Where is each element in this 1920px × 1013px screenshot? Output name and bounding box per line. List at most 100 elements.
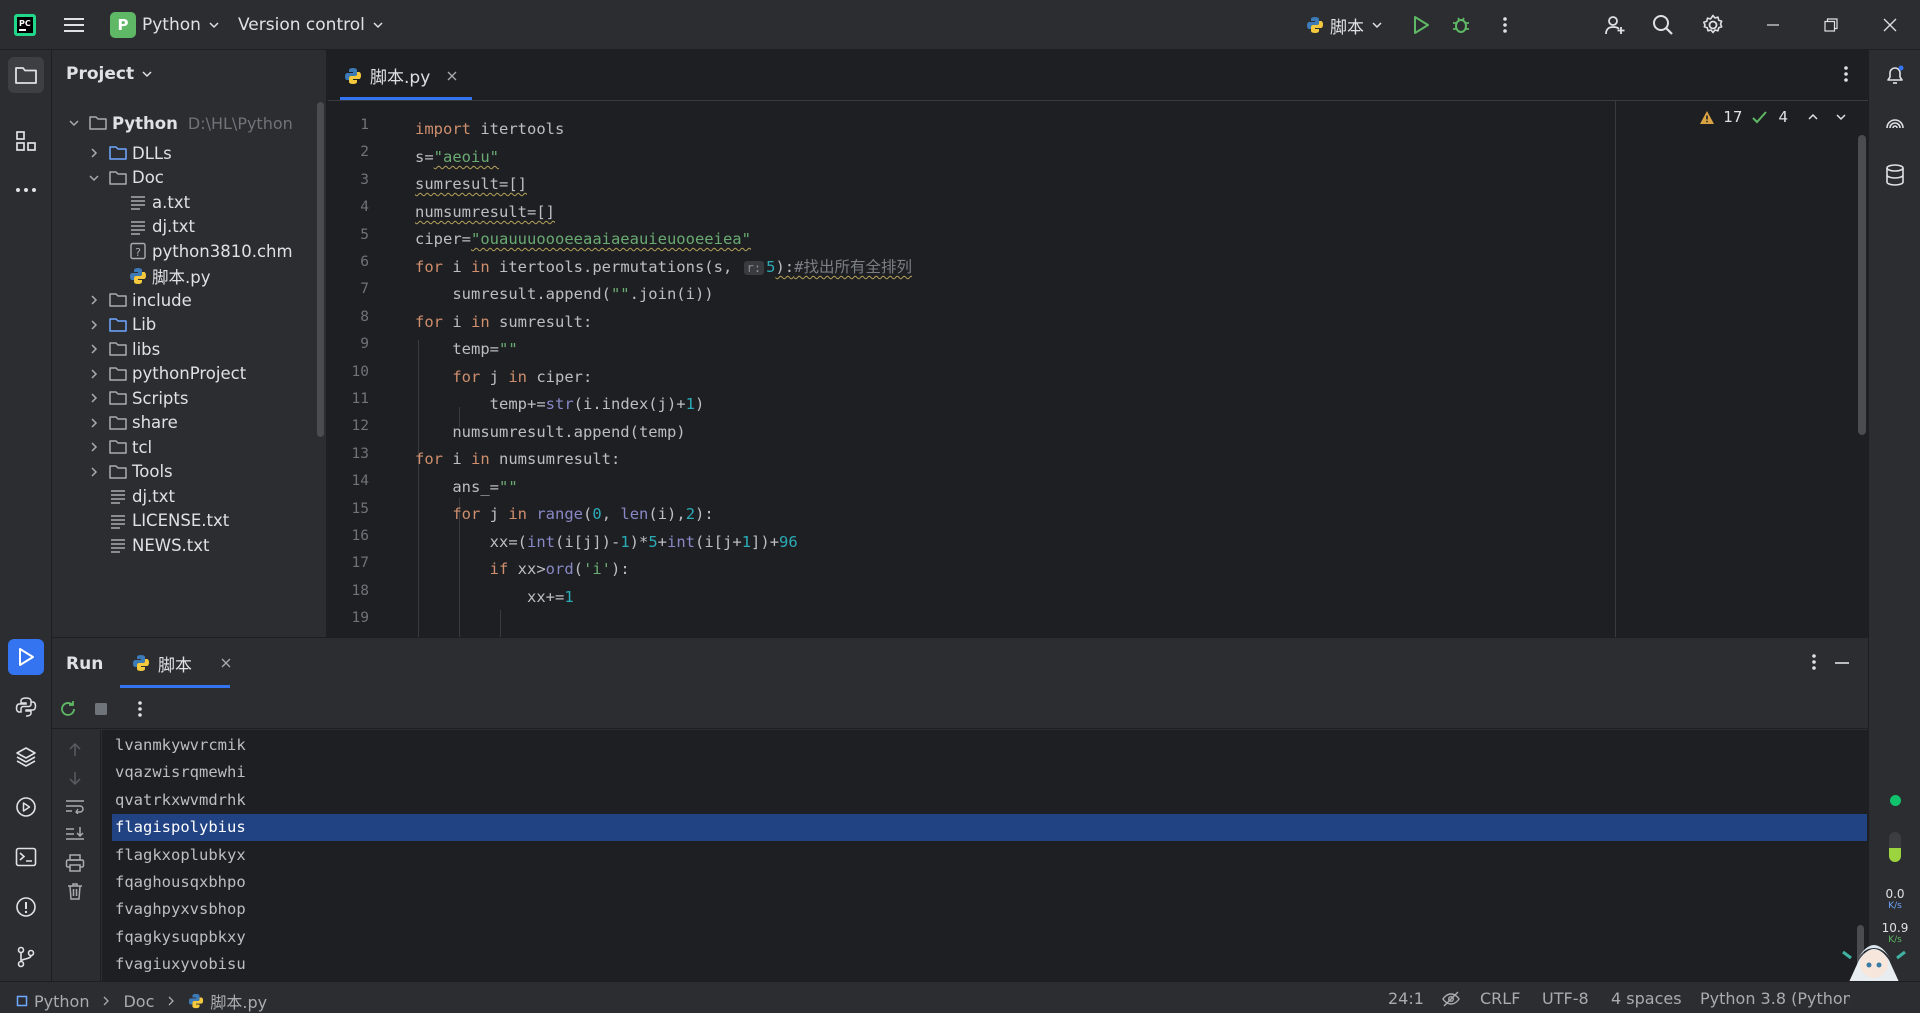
no-readonly-eye-icon[interactable] xyxy=(1442,991,1460,1007)
print-icon[interactable] xyxy=(65,854,85,872)
minimize-icon[interactable] xyxy=(1756,0,1790,50)
code-line-8[interactable]: for i in sumresult: xyxy=(415,309,592,336)
settings-gear-icon[interactable] xyxy=(1696,0,1730,50)
restore-window-icon[interactable] xyxy=(1814,0,1848,50)
problems-icon[interactable] xyxy=(8,889,44,925)
python-packages-layers-icon[interactable] xyxy=(8,739,44,775)
code-line-9[interactable]: temp="" xyxy=(415,336,517,363)
code-line-2[interactable]: s="aeoiu" xyxy=(415,144,499,171)
debug-icon[interactable] xyxy=(1446,0,1476,50)
editor-scrollbar[interactable] xyxy=(1858,135,1866,435)
code-line-12[interactable]: numsumresult.append(temp) xyxy=(415,419,685,446)
services-icon[interactable] xyxy=(8,789,44,825)
close-tab-icon[interactable] xyxy=(446,70,458,82)
project-tool-folder-icon[interactable] xyxy=(8,57,44,93)
run-config-selector[interactable]: 脚本 xyxy=(1306,0,1384,50)
tree-item[interactable]: NEWS.txt xyxy=(86,530,210,560)
scroll-down-arrow-icon[interactable] xyxy=(67,770,83,786)
console-output-line[interactable]: fvagiuxyvobisu xyxy=(112,951,1867,978)
chevron-right-icon[interactable] xyxy=(86,341,102,357)
chevron-right-icon[interactable] xyxy=(86,317,102,333)
console-output-line[interactable]: fqaghousqxbhpo xyxy=(112,869,1867,896)
file-encoding[interactable]: UTF-8 xyxy=(1542,989,1589,1008)
chevron-right-icon[interactable] xyxy=(86,292,102,308)
git-branch-icon[interactable] xyxy=(8,939,44,975)
hide-panel-minimize-icon[interactable] xyxy=(1834,661,1850,665)
more-tools-icon[interactable] xyxy=(8,172,44,208)
code-with-me-icon[interactable] xyxy=(1598,0,1632,50)
project-panel-title[interactable]: Project xyxy=(66,64,154,84)
run-tool-icon[interactable] xyxy=(8,639,44,675)
soft-wrap-icon[interactable] xyxy=(65,798,85,814)
code-line-18[interactable]: xx+=1 xyxy=(415,584,574,611)
chevron-right-icon[interactable] xyxy=(86,390,102,406)
close-tab-icon[interactable] xyxy=(220,657,232,669)
main-menu-hamburger-icon[interactable] xyxy=(58,0,90,50)
code-line-16[interactable]: xx=(int(i[j])-1)*5+int(i[j+1])+96 xyxy=(415,529,798,556)
run-icon[interactable] xyxy=(1406,0,1436,50)
run-console-output[interactable]: lvanmkywvrcmik vqazwisrqmewhi qvatrkxwvmdr… xyxy=(102,730,1868,982)
close-icon[interactable] xyxy=(1872,0,1908,50)
indent-setting[interactable]: 4 spaces xyxy=(1611,989,1682,1008)
breadcrumb-file[interactable]: 脚本.py xyxy=(210,989,267,1013)
chevron-right-icon[interactable] xyxy=(86,415,102,431)
scroll-up-arrow-icon[interactable] xyxy=(67,742,83,758)
chevron-right-icon[interactable] xyxy=(86,464,102,480)
previous-highlight-chevron-up-icon[interactable] xyxy=(1806,110,1820,124)
run-options-more-icon[interactable] xyxy=(1812,653,1816,671)
project-selector[interactable]: P Python xyxy=(110,0,221,50)
line-separator[interactable]: CRLF xyxy=(1480,989,1520,1008)
search-icon[interactable] xyxy=(1646,0,1680,50)
tree-root-python[interactable]: Python D:\HL\Python xyxy=(66,108,293,138)
code-line-4[interactable]: numsumresult=[] xyxy=(415,199,555,226)
code-line-5[interactable]: ciper="ouauuuoooeeaaiaeauieuooeeiea" xyxy=(415,226,751,253)
scroll-to-end-icon[interactable] xyxy=(65,826,85,842)
code-line-7[interactable]: sumresult.append("".join(i)) xyxy=(415,281,713,308)
ai-assistant-icon[interactable] xyxy=(1884,114,1906,136)
clear-all-trash-icon[interactable] xyxy=(66,882,84,900)
vcs-selector[interactable]: Version control xyxy=(238,0,385,50)
database-icon[interactable] xyxy=(1885,164,1905,186)
code-line-10[interactable]: for j in ciper: xyxy=(415,364,592,391)
caret-position[interactable]: 24:1 xyxy=(1388,989,1424,1008)
project-scrollbar[interactable] xyxy=(317,102,324,437)
python-interpreter[interactable]: Python 3.8 (Python xyxy=(1700,989,1850,1008)
editor-tabs-more-icon[interactable] xyxy=(1844,65,1848,83)
editor-tab-script[interactable]: 脚本.py xyxy=(328,50,472,101)
next-highlight-chevron-down-icon[interactable] xyxy=(1834,110,1848,124)
console-output-line[interactable]: lvanmkywvrcmik xyxy=(112,732,1867,759)
chevron-down-icon[interactable] xyxy=(86,170,102,186)
code-line-3[interactable]: sumresult=[] xyxy=(415,171,527,198)
code-line-6[interactable]: for i in itertools.permutations(s, r: 5):… xyxy=(415,254,912,281)
code-line-17[interactable]: if xx>ord('i'): xyxy=(415,556,630,583)
code-line-11[interactable]: temp+=str(i.index(j)+1) xyxy=(415,391,705,418)
line-number-gutter: 1 2 3 4 5 6 7 8 9 10 11 12 13 14 15 16 17 18 19 xyxy=(328,101,413,637)
stop-icon[interactable] xyxy=(94,702,108,716)
breadcrumb-python[interactable]: Python xyxy=(34,992,89,1011)
structure-icon[interactable] xyxy=(8,123,44,159)
console-output-line[interactable]: flagispolybius xyxy=(112,814,1867,842)
console-output-line[interactable]: fqagkysuqpbkxy xyxy=(112,924,1867,951)
console-output-line[interactable]: flagkxoplubkyx xyxy=(112,842,1867,869)
console-output-line[interactable]: qvatrkxwvmdrhk xyxy=(112,787,1867,814)
chevron-right-icon[interactable] xyxy=(86,366,102,382)
run-tab-script[interactable]: 脚本 xyxy=(132,638,232,688)
python-console-icon[interactable] xyxy=(8,689,44,725)
code-line-13[interactable]: for i in numsumresult: xyxy=(415,446,620,473)
code-line-14[interactable]: ans_="" xyxy=(415,474,517,501)
inspections-widget[interactable]: 17 4 xyxy=(1699,108,1848,126)
run-toolbar-more-icon[interactable] xyxy=(138,700,142,718)
code-line-1[interactable]: import itertools xyxy=(415,116,564,143)
chevron-right-icon[interactable] xyxy=(86,439,102,455)
more-actions-icon[interactable] xyxy=(1490,0,1520,50)
notifications-bell-icon[interactable] xyxy=(1884,64,1906,86)
console-output-line[interactable]: vqazwisrqmewhi xyxy=(112,759,1867,786)
rerun-icon[interactable] xyxy=(58,699,78,719)
console-output-line[interactable]: fvaghpyxvsbhop xyxy=(112,896,1867,923)
terminal-icon[interactable] xyxy=(8,839,44,875)
pycharm-logo-icon[interactable]: PC xyxy=(10,0,40,50)
code-line-15[interactable]: for j in range(0, len(i),2): xyxy=(415,501,713,528)
breadcrumb-doc[interactable]: Doc xyxy=(123,992,154,1011)
run-tool-window: Run 脚本 lvanmkywvrcmik vqazwisrqmewhi qva… xyxy=(52,637,1868,982)
chevron-right-icon[interactable] xyxy=(86,145,102,161)
